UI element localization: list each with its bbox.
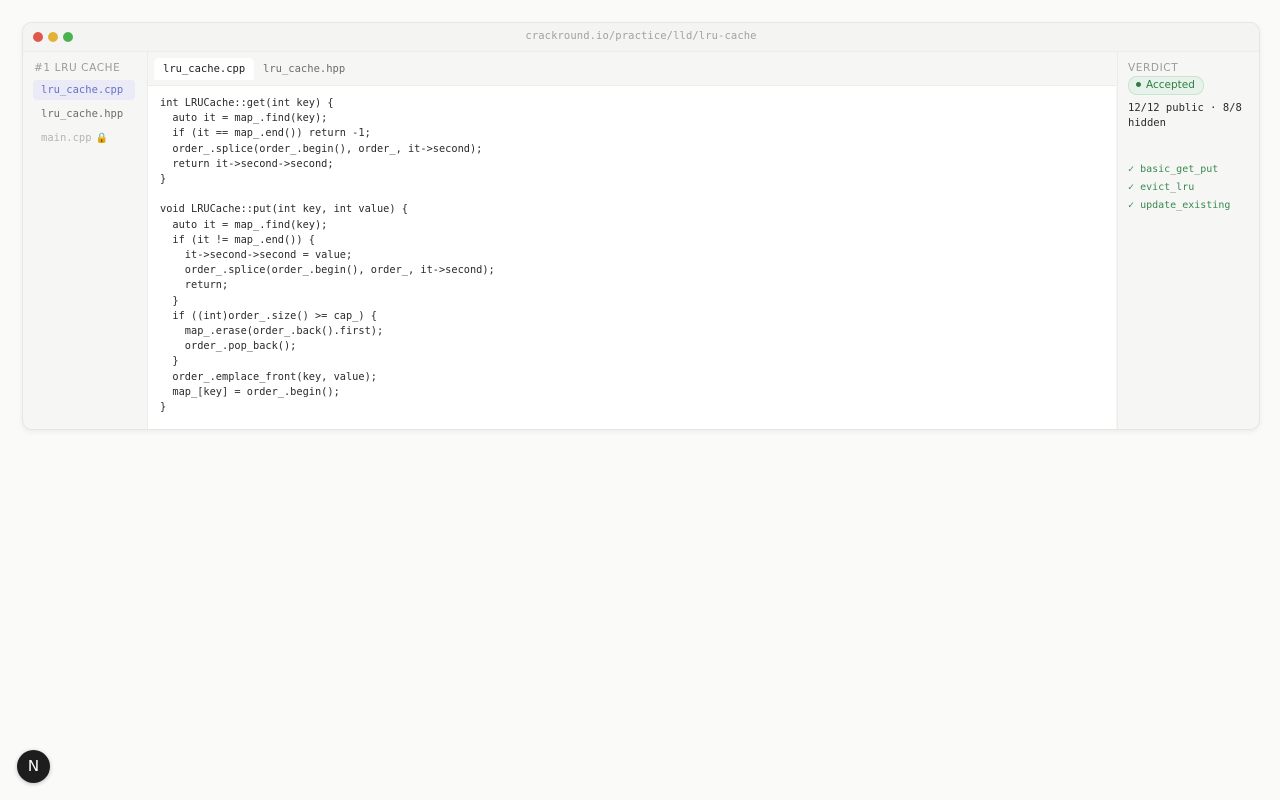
sidebar-item-label: lru_cache.hpp (41, 108, 124, 120)
sidebar-item-lru-cache-hpp[interactable]: lru_cache.hpp (33, 104, 135, 124)
test-name: evict_lru (1140, 182, 1195, 193)
n-badge-button[interactable]: N (17, 750, 50, 783)
status-badge: Accepted (1128, 76, 1204, 95)
test-result-item: ✓ update_existing (1128, 200, 1230, 211)
test-name: basic_get_put (1140, 164, 1219, 175)
sidebar-item-main-cpp[interactable]: main.cpp 🔒 (33, 128, 135, 148)
check-icon: ✓ (1128, 182, 1135, 193)
test-result-item: ✓ basic_get_put (1128, 164, 1218, 175)
sidebar-item-label: lru_cache.cpp (41, 84, 124, 96)
app-window: crackround.io/practice/lld/lru-cache #1 … (22, 22, 1260, 430)
url-text: crackround.io/practice/lld/lru-cache (525, 30, 757, 42)
status-text: Accepted (1146, 79, 1195, 91)
status-dot-icon (1136, 81, 1141, 87)
code-content[interactable]: int LRUCache::get(int key) { auto it = m… (160, 96, 495, 415)
test-name: update_existing (1140, 200, 1231, 211)
code-editor[interactable]: int LRUCache::get(int key) { auto it = m… (148, 86, 1116, 429)
title-bar: crackround.io/practice/lld/lru-cache (23, 23, 1259, 52)
tab-lru-cache-hpp[interactable]: lru_cache.hpp (254, 58, 354, 80)
lock-icon: 🔒 (95, 133, 109, 144)
test-result-item: ✓ evict_lru (1128, 182, 1194, 193)
sidebar-item-label: main.cpp (41, 132, 92, 144)
editor-tabs: lru_cache.cpp lru_cache.hpp (148, 52, 1116, 86)
check-icon: ✓ (1128, 200, 1135, 211)
verdict-panel: VERDICT Accepted 12/12 public · 8/8 hidd… (1117, 52, 1259, 429)
sidebar-item-lru-cache-cpp[interactable]: lru_cache.cpp (33, 80, 135, 100)
file-sidebar: #1 LRU CACHE lru_cache.cpp lru_cache.hpp… (23, 52, 148, 429)
verdict-label: VERDICT (1128, 62, 1179, 74)
check-icon: ✓ (1128, 164, 1135, 175)
tab-lru-cache-cpp[interactable]: lru_cache.cpp (154, 58, 255, 80)
test-summary: 12/12 public · 8/8 hidden (1128, 102, 1242, 129)
problem-title: #1 LRU CACHE (34, 62, 121, 74)
